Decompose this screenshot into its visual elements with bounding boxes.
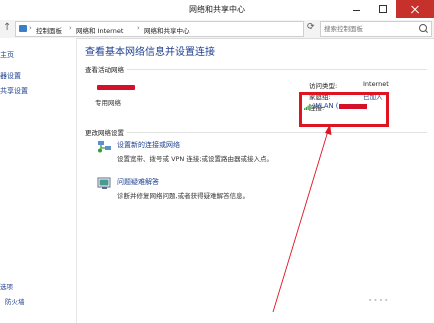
watermark-dots: ∙∙∙∙ [368, 296, 390, 304]
annotation-arrow [272, 124, 332, 313]
network-sharing-center-window: 网络和共享中心 ↑ › 控制面板 › 网络和 Internet › 网络和共享中… [0, 0, 434, 323]
